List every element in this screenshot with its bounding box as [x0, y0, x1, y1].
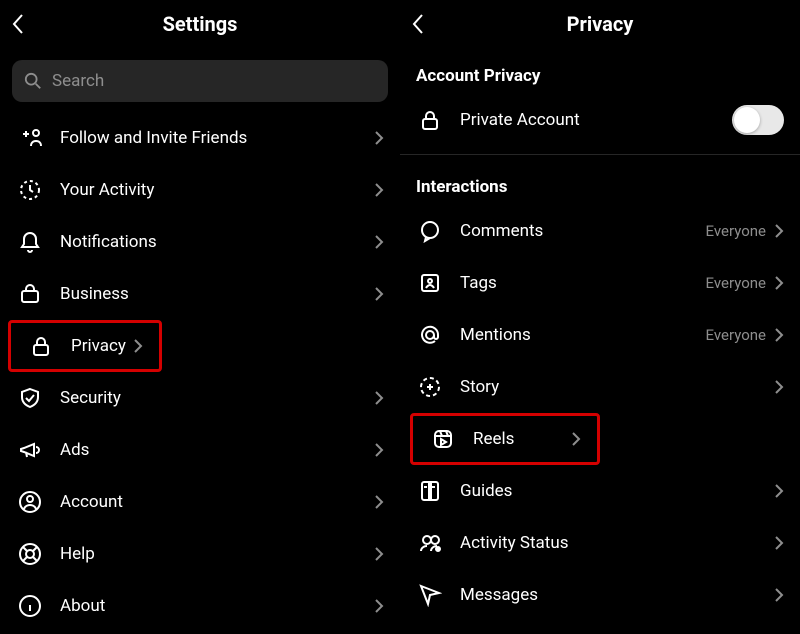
- settings-item-label: About: [60, 596, 374, 616]
- chevron-right-icon: [774, 327, 784, 343]
- privacy-item-story[interactable]: Story: [400, 361, 800, 413]
- back-button[interactable]: [0, 13, 36, 35]
- settings-item-label: Account: [60, 492, 374, 512]
- settings-title: Settings: [0, 12, 400, 36]
- guides-icon: [416, 477, 444, 505]
- settings-item-security[interactable]: Security: [0, 372, 400, 424]
- settings-item-ads[interactable]: Ads: [0, 424, 400, 476]
- account-icon: [16, 488, 44, 516]
- chevron-right-icon: [374, 390, 384, 406]
- section-account-privacy: Account Privacy: [400, 52, 800, 94]
- chevron-right-icon: [774, 379, 784, 395]
- chevron-right-icon: [374, 130, 384, 146]
- settings-item-label: Security: [60, 388, 374, 408]
- settings-item-label: Privacy: [71, 336, 133, 356]
- business-icon: [16, 280, 44, 308]
- reels-icon: [429, 425, 457, 453]
- chevron-left-icon: [411, 13, 425, 35]
- privacy-item-reels[interactable]: Reels: [410, 413, 600, 465]
- chevron-left-icon: [11, 13, 25, 35]
- settings-item-label: Ads: [60, 440, 374, 460]
- shield-icon: [16, 384, 44, 412]
- settings-item-activity[interactable]: Your Activity: [0, 164, 400, 216]
- privacy-item-activity-status[interactable]: Activity Status: [400, 517, 800, 569]
- info-icon: [16, 592, 44, 620]
- privacy-item-value: Everyone: [706, 326, 766, 344]
- section-interactions: Interactions: [400, 163, 800, 205]
- settings-item-label: Follow and Invite Friends: [60, 128, 374, 148]
- settings-item-label: Business: [60, 284, 374, 304]
- chevron-right-icon: [571, 431, 581, 447]
- privacy-header: Privacy: [400, 0, 800, 48]
- privacy-item-label: Tags: [460, 273, 706, 293]
- settings-item-business[interactable]: Business: [0, 268, 400, 320]
- chevron-right-icon: [774, 275, 784, 291]
- divider: [400, 154, 800, 155]
- privacy-item-comments[interactable]: Comments Everyone: [400, 205, 800, 257]
- chevron-right-icon: [774, 535, 784, 551]
- private-account-toggle[interactable]: [732, 105, 784, 135]
- privacy-title: Privacy: [400, 12, 800, 36]
- settings-item-account[interactable]: Account: [0, 476, 400, 528]
- privacy-item-label: Messages: [460, 585, 774, 605]
- settings-item-follow[interactable]: Follow and Invite Friends: [0, 112, 400, 164]
- settings-item-label: Notifications: [60, 232, 374, 252]
- chevron-right-icon: [774, 483, 784, 499]
- chevron-right-icon: [374, 286, 384, 302]
- megaphone-icon: [16, 436, 44, 464]
- settings-item-label: Help: [60, 544, 374, 564]
- chevron-right-icon: [374, 494, 384, 510]
- lock-icon: [416, 106, 444, 134]
- chevron-right-icon: [374, 546, 384, 562]
- activity-status-icon: [416, 529, 444, 557]
- activity-icon: [16, 176, 44, 204]
- help-icon: [16, 540, 44, 568]
- chevron-right-icon: [374, 442, 384, 458]
- bell-icon: [16, 228, 44, 256]
- chevron-right-icon: [774, 587, 784, 603]
- comment-icon: [416, 217, 444, 245]
- mention-icon: [416, 321, 444, 349]
- story-icon: [416, 373, 444, 401]
- messages-icon: [416, 581, 444, 609]
- privacy-item-guides[interactable]: Guides: [400, 465, 800, 517]
- privacy-item-value: Everyone: [706, 274, 766, 292]
- chevron-right-icon: [374, 234, 384, 250]
- search-input[interactable]: Search: [12, 60, 388, 102]
- settings-item-privacy[interactable]: Privacy: [8, 320, 162, 372]
- search-icon: [24, 72, 42, 90]
- privacy-panel: Privacy Account Privacy Private Account …: [400, 0, 800, 634]
- privacy-item-tags[interactable]: Tags Everyone: [400, 257, 800, 309]
- privacy-item-label: Activity Status: [460, 533, 774, 553]
- settings-item-about[interactable]: About: [0, 580, 400, 632]
- lock-icon: [27, 332, 55, 360]
- privacy-item-messages[interactable]: Messages: [400, 569, 800, 621]
- back-button[interactable]: [400, 13, 436, 35]
- chevron-right-icon: [774, 223, 784, 239]
- privacy-item-mentions[interactable]: Mentions Everyone: [400, 309, 800, 361]
- chevron-right-icon: [374, 598, 384, 614]
- search-placeholder: Search: [52, 71, 104, 91]
- privacy-item-label: Mentions: [460, 325, 706, 345]
- private-account-label: Private Account: [460, 110, 732, 130]
- follow-icon: [16, 124, 44, 152]
- tag-icon: [416, 269, 444, 297]
- settings-panel: Settings Search Follow and Invite Friend…: [0, 0, 400, 634]
- privacy-item-label: Guides: [460, 481, 774, 501]
- chevron-right-icon: [133, 338, 143, 354]
- settings-item-label: Your Activity: [60, 180, 374, 200]
- private-account-row: Private Account: [400, 94, 800, 146]
- privacy-item-label: Reels: [473, 429, 571, 449]
- privacy-item-label: Story: [460, 377, 774, 397]
- chevron-right-icon: [374, 182, 384, 198]
- privacy-item-value: Everyone: [706, 222, 766, 240]
- privacy-item-label: Comments: [460, 221, 706, 241]
- settings-item-help[interactable]: Help: [0, 528, 400, 580]
- settings-item-notifications[interactable]: Notifications: [0, 216, 400, 268]
- settings-header: Settings: [0, 0, 400, 48]
